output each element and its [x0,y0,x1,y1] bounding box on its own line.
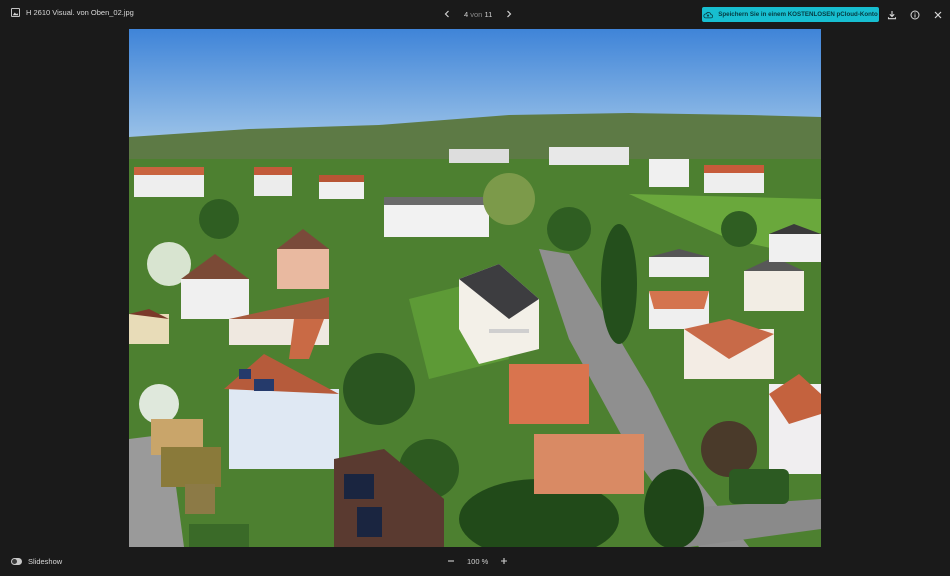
chevron-left-icon [444,10,449,18]
plus-icon [501,558,508,564]
zoom-unit: % [481,556,489,566]
current-page: 4 [464,9,469,19]
info-icon [910,10,919,19]
download-button[interactable] [884,7,899,22]
zoom-out-button[interactable] [445,555,457,567]
total-pages: 11 [484,9,493,19]
page-counter: 4 von 11 [464,10,492,19]
next-button[interactable] [502,7,516,21]
slideshow-label: Slideshow [28,557,63,566]
top-bar: H 2610 Visual. von Oben_02.jpg 4 von 11 … [0,0,950,29]
chevron-right-icon [507,10,512,18]
slideshow-toggle[interactable]: Slideshow [11,557,62,566]
file-info: H 2610 Visual. von Oben_02.jpg [11,8,134,17]
zoom-in-button[interactable] [498,555,510,567]
toggle-switch[interactable] [11,558,22,565]
save-to-pcloud-button[interactable]: Speichern Sie in einem KOSTENLOSEN pClou… [702,7,879,22]
previous-button[interactable] [440,7,454,21]
page-separator: von [470,9,483,19]
bottom-bar: Slideshow 100 % [0,548,950,576]
image-viewer[interactable] [129,29,821,547]
info-button[interactable] [907,7,922,22]
minus-icon [448,560,454,562]
download-icon [887,10,896,19]
close-button[interactable] [930,7,945,22]
file-name: H 2610 Visual. von Oben_02.jpg [26,8,134,17]
zoom-number: 100 [467,556,480,566]
zoom-controls: 100 % [445,555,510,567]
actions [884,7,945,22]
pager: 4 von 11 [440,7,516,21]
cta-label: Speichern Sie in einem KOSTENLOSEN pClou… [718,11,878,18]
aerial-photo [129,29,821,547]
zoom-level: 100 % [467,557,488,566]
close-icon [934,11,941,18]
image-file-icon [11,8,20,17]
cloud-upload-icon [703,11,714,18]
